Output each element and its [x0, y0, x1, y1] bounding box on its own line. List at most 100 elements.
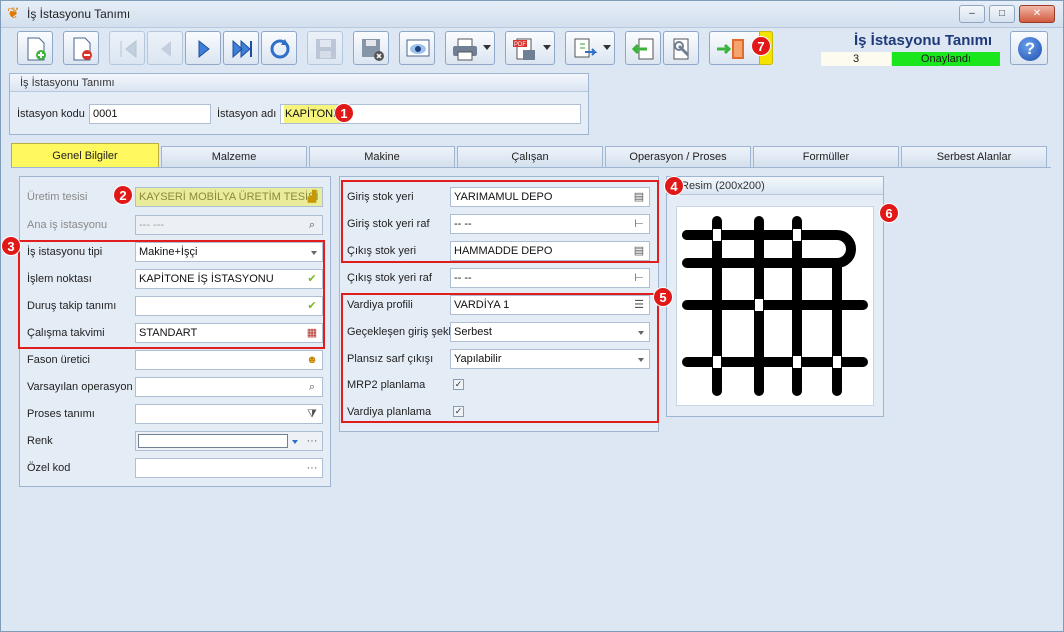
cikis-raf-input[interactable]: -- -- ⊢	[450, 268, 650, 288]
preview-icon	[406, 39, 430, 57]
last-record-button[interactable]	[223, 31, 259, 65]
marker-7: 7	[751, 36, 771, 56]
fason-input[interactable]: ☻	[135, 350, 323, 370]
new-button[interactable]	[17, 31, 53, 65]
uretim-tesisi-label: Üretim tesisi	[27, 191, 88, 203]
chevron-down-icon	[483, 45, 491, 50]
form-title: İş İstasyonu Tanımı	[854, 32, 993, 49]
print-button[interactable]	[445, 31, 495, 65]
more-icon[interactable]: ···	[305, 434, 319, 448]
marker-5: 5	[653, 287, 673, 307]
import-icon	[631, 38, 654, 60]
weave-pattern-icon	[682, 216, 868, 396]
status-badge: Onaylandı	[892, 52, 1000, 66]
filter-icon[interactable]: ⧩	[305, 407, 319, 421]
highlight-box-3	[18, 240, 325, 349]
export-button[interactable]	[565, 31, 615, 65]
prev-icon	[161, 41, 171, 57]
marker-4: 4	[664, 176, 684, 196]
cikis-raf-value: -- --	[454, 272, 472, 284]
tab-makine[interactable]: Makine	[309, 146, 455, 167]
next-record-button[interactable]	[185, 31, 221, 65]
highlight-box-4	[341, 180, 659, 263]
varsayilan-label: Varsayılan operasyon	[27, 381, 133, 393]
ozel-label: Özel kod	[27, 462, 71, 474]
delete-icon	[73, 37, 92, 61]
renk-picker[interactable]: ···	[135, 431, 323, 451]
tab-formuller[interactable]: Formüller	[753, 146, 899, 167]
preview-button[interactable]	[399, 31, 435, 65]
proses-label: Proses tanımı	[27, 408, 95, 420]
uretim-tesisi-value: KAYSERİ MOBİLYA ÜRETİM TESİSİ	[139, 191, 319, 203]
ana-is-value: --- ---	[139, 219, 165, 231]
tools-icon	[673, 38, 690, 60]
station-code-input[interactable]: 0001	[89, 104, 211, 124]
save-icon	[316, 39, 336, 59]
varsayilan-input[interactable]: ⌕	[135, 377, 323, 397]
chevron-down-icon	[603, 45, 611, 50]
minimize-button[interactable]: –	[959, 5, 985, 23]
first-icon	[120, 39, 137, 59]
lookup-icon: ⌕	[308, 219, 316, 231]
station-name-value: KAPİTONE	[284, 105, 342, 123]
ozel-input[interactable]: ···	[135, 458, 323, 478]
svg-text:PDF: PDF	[514, 42, 526, 48]
first-record-button[interactable]	[109, 31, 145, 65]
tools-button[interactable]	[663, 31, 699, 65]
proses-input[interactable]: ⧩	[135, 404, 323, 424]
fason-label: Fason üretici	[27, 354, 90, 366]
highlight-box-5	[341, 293, 659, 423]
lookup-icon[interactable]: ⌕	[305, 380, 319, 394]
close-button[interactable]: ✕	[1019, 5, 1055, 23]
chevron-down-icon	[543, 45, 551, 50]
tab-malzeme[interactable]: Malzeme	[161, 146, 307, 167]
marker-2: 2	[113, 185, 133, 205]
refresh-icon	[270, 39, 290, 59]
delete-button[interactable]	[63, 31, 99, 65]
window-title: İş İstasyonu Tanımı	[27, 7, 131, 21]
station-name-label: İstasyon adı	[217, 108, 277, 120]
image-panel-title: Resim (200x200)	[667, 177, 883, 195]
station-name-input[interactable]: KAPİTONE	[280, 104, 581, 124]
save-button[interactable]	[307, 31, 343, 65]
chevron-down-icon[interactable]	[292, 440, 298, 444]
save-close-button[interactable]	[353, 31, 389, 65]
factory-icon: ▟	[307, 191, 317, 203]
last-icon	[232, 39, 252, 59]
help-button[interactable]: ?	[1010, 31, 1048, 65]
import-button[interactable]	[625, 31, 661, 65]
tab-calisan[interactable]: Çalışan	[457, 146, 603, 167]
tab-genel-bilgiler[interactable]: Genel Bilgiler	[11, 143, 159, 167]
save-close-icon	[362, 39, 384, 61]
more-icon[interactable]: ···	[305, 461, 319, 475]
marker-6: 6	[879, 203, 899, 223]
ana-is-label: Ana iş istasyonu	[27, 219, 108, 231]
prev-record-button[interactable]	[147, 31, 183, 65]
butterfly-icon: ❦	[7, 5, 20, 22]
color-swatch	[138, 434, 288, 448]
maximize-button[interactable]: □	[989, 5, 1015, 23]
tree-icon[interactable]: ⊢	[632, 271, 646, 285]
renk-label: Renk	[27, 435, 53, 447]
pdf-button[interactable]: PDF	[505, 31, 555, 65]
title-bar: ❦ İş İstasyonu Tanımı – □ ✕	[1, 1, 1063, 28]
next-icon	[198, 39, 210, 59]
users-icon[interactable]: ☻	[305, 353, 319, 367]
question-icon: ?	[1018, 37, 1042, 61]
station-code-label: İstasyon kodu	[17, 108, 85, 120]
cikis-raf-label: Çıkış stok yeri raf	[347, 272, 432, 284]
tab-serbest-alanlar[interactable]: Serbest Alanlar	[901, 146, 1047, 167]
exit-icon	[717, 39, 744, 59]
export-icon	[574, 38, 598, 58]
print-icon	[453, 38, 477, 61]
tab-operasyon-proses[interactable]: Operasyon / Proses	[605, 146, 751, 167]
pdf-icon: PDF	[513, 38, 535, 60]
marker-1: 1	[334, 103, 354, 123]
main-window: ❦ İş İstasyonu Tanımı – □ ✕ PDF İş İstas…	[0, 0, 1064, 632]
ana-is-input[interactable]: --- --- ⌕	[135, 215, 323, 235]
station-group-title: İş İstasyonu Tanımı	[10, 74, 588, 92]
refresh-button[interactable]	[261, 31, 297, 65]
uretim-tesisi-input[interactable]: KAYSERİ MOBİLYA ÜRETİM TESİSİ ▟	[135, 187, 323, 207]
station-image[interactable]	[676, 206, 874, 406]
marker-3: 3	[1, 236, 21, 256]
